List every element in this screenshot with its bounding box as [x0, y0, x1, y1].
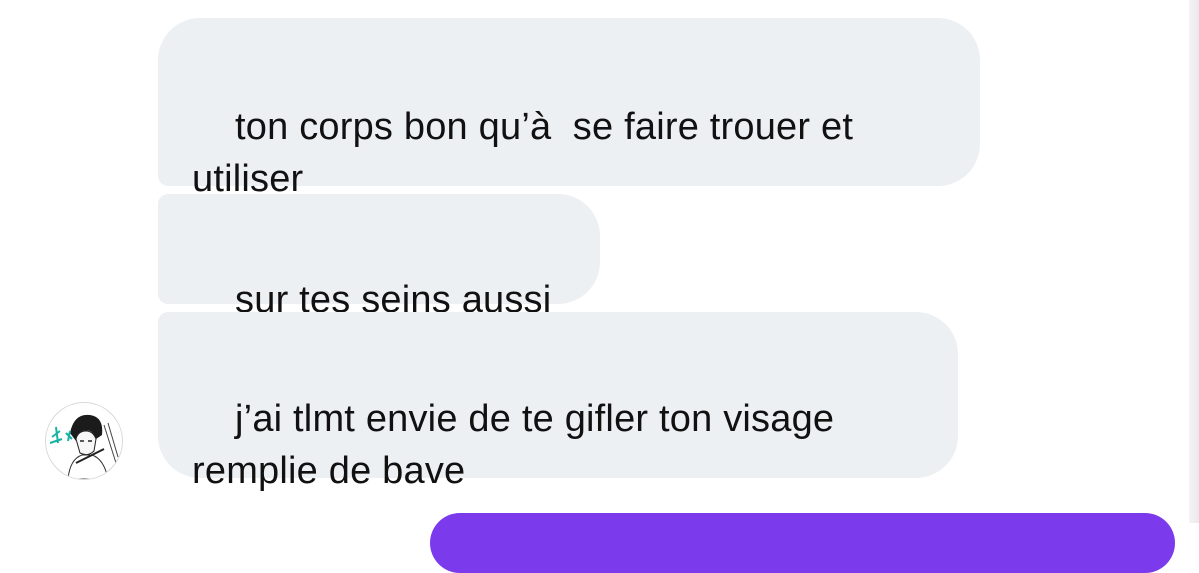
scroll-edge	[1189, 0, 1199, 523]
chat-conversation: ton corps bon qu’à se faire trouer et ut…	[0, 0, 1199, 573]
message-text: j’ai tlmt envie de te gifler ton visage …	[192, 398, 835, 492]
incoming-message-bubble[interactable]: sur tes seins aussi	[158, 194, 600, 321]
manga-character-avatar-icon	[49, 414, 119, 479]
incoming-message-bubble[interactable]: ton corps bon qu’à se faire trouer et ut…	[158, 18, 980, 200]
incoming-message-bubble[interactable]: j’ai tlmt envie de te gifler ton visage …	[158, 312, 958, 492]
message-text: ton corps bon qu’à se faire trouer et ut…	[192, 106, 854, 200]
avatar[interactable]	[45, 402, 123, 480]
outgoing-message-bubble[interactable]	[430, 513, 1175, 573]
